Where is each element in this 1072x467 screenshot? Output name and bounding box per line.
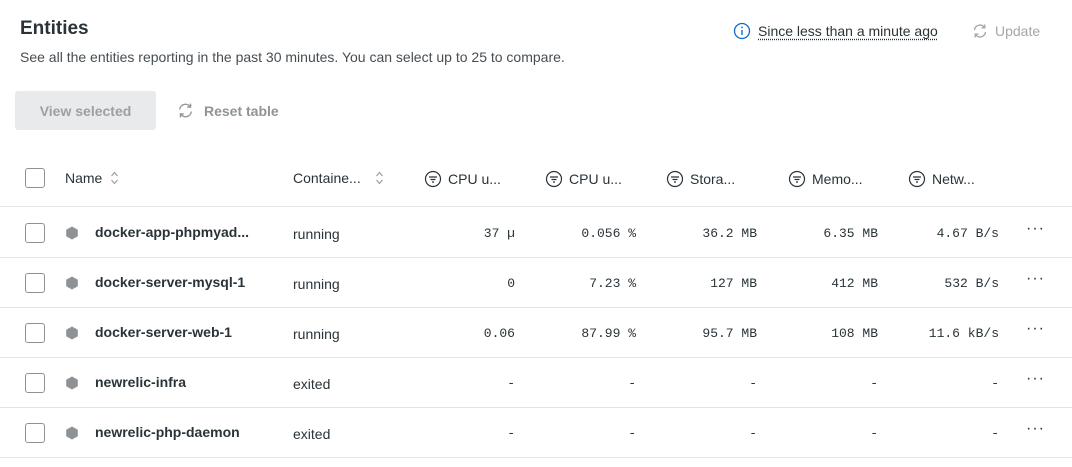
more-icon[interactable]: ··· bbox=[1026, 220, 1045, 238]
cpu-usage-1-value: 0.06 bbox=[483, 326, 515, 341]
entity-name-link[interactable]: docker-server-mysql-1 bbox=[95, 274, 245, 290]
storage-value: - bbox=[749, 426, 757, 441]
table-header: Name Containe... CPU u... CPU u... Stora… bbox=[0, 158, 1072, 207]
since-text[interactable]: Since less than a minute ago bbox=[758, 23, 938, 39]
more-icon[interactable]: ··· bbox=[1026, 420, 1045, 438]
reset-table-label: Reset table bbox=[204, 102, 279, 119]
table-row[interactable]: docker-app-phpmyad... running 37 µ 0.056… bbox=[0, 208, 1072, 258]
entity-hexagon-icon bbox=[66, 376, 78, 390]
page-subtitle: See all the entities reporting in the pa… bbox=[20, 49, 565, 65]
container-status: running bbox=[293, 326, 340, 342]
entity-hexagon-icon bbox=[66, 426, 78, 440]
storage-value: 127 MB bbox=[710, 276, 757, 291]
memory-value: 412 MB bbox=[831, 276, 878, 291]
update-label: Update bbox=[995, 23, 1041, 39]
table-row[interactable]: docker-server-web-1 running 0.06 87.99 %… bbox=[0, 308, 1072, 358]
column-header-cpu-usage-1[interactable]: CPU u... bbox=[424, 170, 501, 188]
entity-name-link[interactable]: docker-server-web-1 bbox=[95, 324, 232, 340]
reset-table-button[interactable]: Reset table bbox=[176, 101, 279, 120]
column-header-network[interactable]: Netw... bbox=[908, 170, 975, 188]
column-label: Containe... bbox=[293, 170, 361, 186]
container-status: exited bbox=[293, 426, 331, 442]
container-status: running bbox=[293, 226, 340, 242]
container-status: running bbox=[293, 276, 340, 292]
memory-value: - bbox=[870, 376, 878, 391]
page-title: Entities bbox=[20, 18, 89, 39]
network-value: - bbox=[991, 426, 999, 441]
entity-name-link[interactable]: docker-app-phpmyad... bbox=[95, 224, 249, 240]
cpu-usage-1-value: - bbox=[507, 376, 515, 391]
cpu-usage-2-value: 0.056 % bbox=[581, 226, 636, 241]
cpu-usage-2-value: - bbox=[628, 426, 636, 441]
network-value: - bbox=[991, 376, 999, 391]
cpu-usage-2-value: 87.99 % bbox=[581, 326, 636, 341]
filter-icon bbox=[545, 170, 563, 188]
filter-icon bbox=[424, 170, 442, 188]
entity-name-link[interactable]: newrelic-infra bbox=[95, 374, 186, 390]
table-row[interactable]: newrelic-infra exited - - - - - ··· bbox=[0, 358, 1072, 408]
column-label: CPU u... bbox=[448, 171, 501, 187]
entity-hexagon-icon bbox=[66, 226, 78, 240]
column-header-cpu-usage-2[interactable]: CPU u... bbox=[545, 170, 622, 188]
view-selected-button[interactable]: View selected bbox=[15, 91, 156, 130]
select-all-checkbox[interactable] bbox=[25, 168, 45, 188]
network-value: 532 B/s bbox=[944, 276, 999, 291]
more-icon[interactable]: ··· bbox=[1026, 270, 1045, 288]
info-icon bbox=[733, 22, 751, 40]
network-value: 11.6 kB/s bbox=[928, 326, 999, 341]
column-header-memory[interactable]: Memo... bbox=[788, 170, 863, 188]
filter-icon bbox=[666, 170, 684, 188]
column-header-storage[interactable]: Stora... bbox=[666, 170, 735, 188]
filter-icon bbox=[908, 170, 926, 188]
refresh-icon bbox=[973, 24, 987, 38]
storage-value: - bbox=[749, 376, 757, 391]
network-value: 4.67 B/s bbox=[936, 226, 999, 241]
entity-name-link[interactable]: newrelic-php-daemon bbox=[95, 424, 240, 440]
sort-icon bbox=[111, 171, 119, 185]
column-label: CPU u... bbox=[569, 171, 622, 187]
cpu-usage-1-value: 37 µ bbox=[483, 226, 515, 241]
row-checkbox[interactable] bbox=[25, 323, 45, 343]
entity-hexagon-icon bbox=[66, 276, 78, 290]
refresh-icon bbox=[179, 103, 192, 118]
more-icon[interactable]: ··· bbox=[1026, 370, 1045, 388]
entity-hexagon-icon bbox=[66, 326, 78, 340]
memory-value: - bbox=[870, 426, 878, 441]
container-status: exited bbox=[293, 376, 331, 392]
row-checkbox[interactable] bbox=[25, 223, 45, 243]
row-checkbox[interactable] bbox=[25, 373, 45, 393]
cpu-usage-2-value: - bbox=[628, 376, 636, 391]
memory-value: 108 MB bbox=[831, 326, 878, 341]
cpu-usage-1-value: - bbox=[507, 426, 515, 441]
storage-value: 36.2 MB bbox=[702, 226, 757, 241]
column-label: Netw... bbox=[932, 171, 975, 187]
cpu-usage-2-value: 7.23 % bbox=[589, 276, 636, 291]
update-button[interactable]: Update bbox=[971, 22, 1040, 40]
more-icon[interactable]: ··· bbox=[1026, 320, 1045, 338]
row-checkbox[interactable] bbox=[25, 423, 45, 443]
storage-value: 95.7 MB bbox=[702, 326, 757, 341]
column-label: Name bbox=[65, 170, 103, 186]
table-row[interactable]: docker-server-mysql-1 running 0 7.23 % 1… bbox=[0, 258, 1072, 308]
cpu-usage-1-value: 0 bbox=[507, 276, 515, 291]
table-row[interactable]: newrelic-php-daemon exited - - - - - ··· bbox=[0, 408, 1072, 458]
sort-icon bbox=[375, 171, 383, 185]
column-label: Stora... bbox=[690, 171, 736, 187]
column-header-name[interactable]: Name bbox=[65, 170, 119, 186]
column-header-container-status[interactable]: Containe... bbox=[293, 170, 384, 186]
row-checkbox[interactable] bbox=[25, 273, 45, 293]
memory-value: 6.35 MB bbox=[823, 226, 878, 241]
filter-icon bbox=[788, 170, 806, 188]
since-indicator[interactable]: Since less than a minute ago bbox=[733, 22, 938, 40]
column-label: Memo... bbox=[812, 171, 863, 187]
